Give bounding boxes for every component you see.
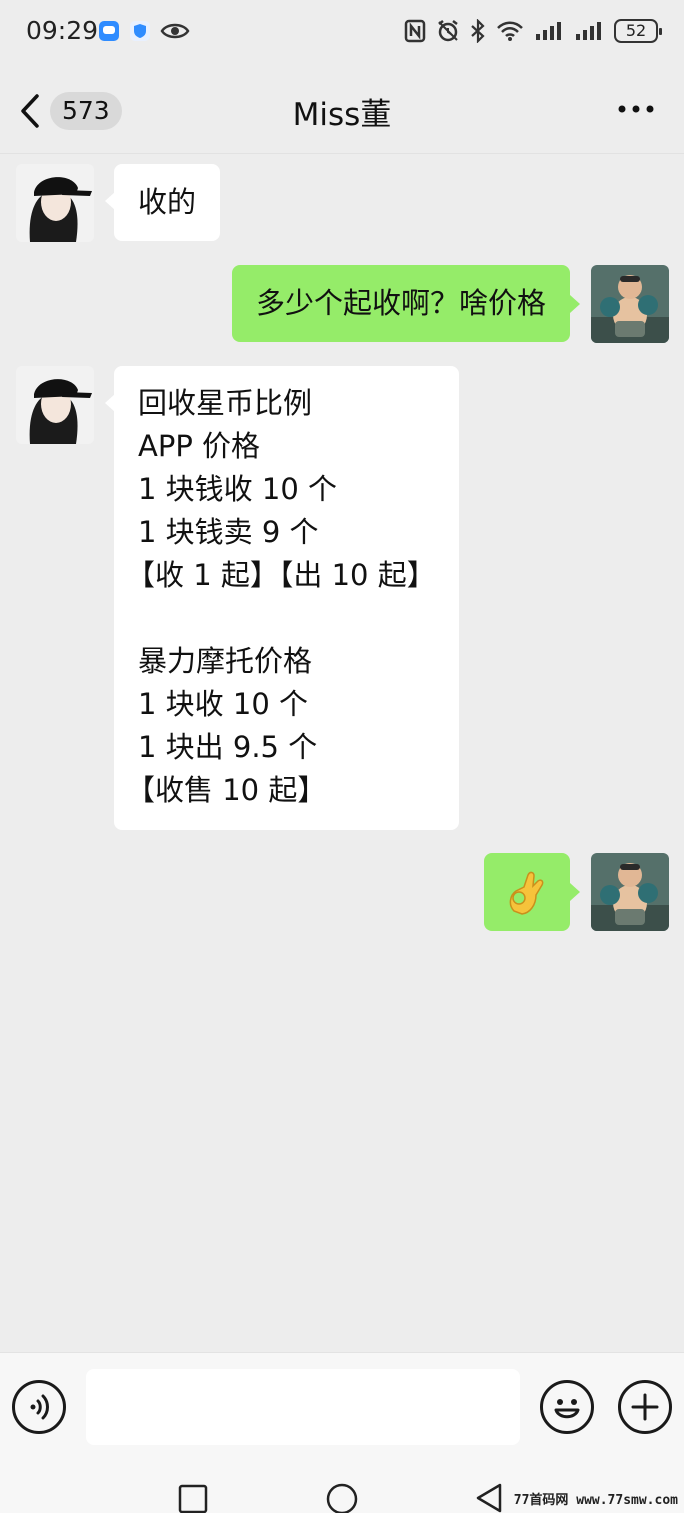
message-text: 多少个起收啊？啥价格 — [255, 286, 546, 320]
message-bubble-incoming[interactable]: 收的 — [104, 164, 221, 241]
message-bubble-outgoing[interactable] — [484, 853, 580, 931]
message-line: 【收 1 起】【出 10 起】 — [126, 558, 436, 592]
plus-icon — [631, 1393, 659, 1421]
signal-icon — [576, 22, 601, 40]
voice-icon — [30, 1394, 49, 1420]
boxer-avatar-image — [591, 265, 669, 343]
nfc-icon — [404, 19, 426, 43]
message-line: 1 块出 9.5 个 — [138, 730, 318, 764]
voice-button[interactable] — [12, 1380, 66, 1434]
unread-count-badge: 573 — [50, 92, 122, 130]
chat-header: 573 Miss董 — [0, 66, 684, 154]
system-navigation-bar: 77首码网 www.77smw.com — [0, 1460, 684, 1513]
wifi-icon — [497, 21, 523, 41]
contact-avatar[interactable] — [16, 164, 94, 242]
message-line: 1 块收 10 个 — [138, 687, 309, 721]
shield-app-icon — [130, 21, 150, 41]
chat-screen: 09:29 52 573 Miss董 收的 多少个起收啊？啥价格 回收星币比例 … — [0, 0, 684, 1513]
status-bar: 09:29 52 — [0, 0, 684, 66]
message-bubble-incoming[interactable]: 回收星币比例 APP 价格 1 块钱收 10 个 1 块钱卖 9 个 【收 1 … — [105, 366, 459, 830]
message-bubble-outgoing[interactable]: 多少个起收啊？啥价格 — [231, 265, 581, 342]
signal-icon — [536, 22, 561, 40]
boxer-avatar-image — [591, 853, 669, 931]
message-line: 1 块钱卖 9 个 — [138, 515, 319, 549]
eye-icon — [160, 23, 190, 39]
my-avatar[interactable] — [591, 853, 669, 931]
watermark-text: 77首码网 www.77smw.com — [513, 1493, 678, 1508]
ok-hand-emoji-icon — [509, 871, 544, 915]
contact-avatar-image — [16, 164, 94, 242]
emoji-button[interactable] — [540, 1380, 594, 1434]
alarm-icon — [438, 20, 458, 42]
contact-avatar-image — [16, 366, 94, 444]
smiley-icon — [554, 1399, 580, 1419]
bluetooth-icon — [471, 19, 485, 43]
status-time: 09:29 — [26, 16, 99, 45]
message-line: 【收售 10 起】 — [126, 773, 327, 807]
message-input[interactable] — [86, 1369, 520, 1445]
chevron-left-icon — [21, 94, 39, 128]
message-app-icon — [99, 21, 119, 41]
back-button[interactable]: 573 — [20, 88, 130, 134]
message-text: 收的 — [138, 185, 197, 219]
more-options-icon[interactable] — [616, 94, 656, 124]
back-nav-icon[interactable] — [474, 1482, 504, 1513]
contact-avatar[interactable] — [16, 366, 94, 444]
my-avatar[interactable] — [591, 265, 669, 343]
message-line: APP 价格 — [138, 429, 261, 463]
input-bar — [0, 1352, 684, 1460]
message-line: 暴力摩托价格 — [138, 644, 313, 678]
battery-indicator: 52 — [614, 19, 662, 43]
message-line: 1 块钱收 10 个 — [138, 472, 338, 506]
recent-apps-icon[interactable] — [178, 1484, 208, 1513]
chat-title: Miss董 — [292, 97, 392, 133]
home-icon[interactable] — [325, 1482, 359, 1513]
message-line — [138, 597, 445, 640]
more-functions-button[interactable] — [618, 1380, 672, 1434]
message-line: 回收星币比例 — [138, 386, 313, 420]
